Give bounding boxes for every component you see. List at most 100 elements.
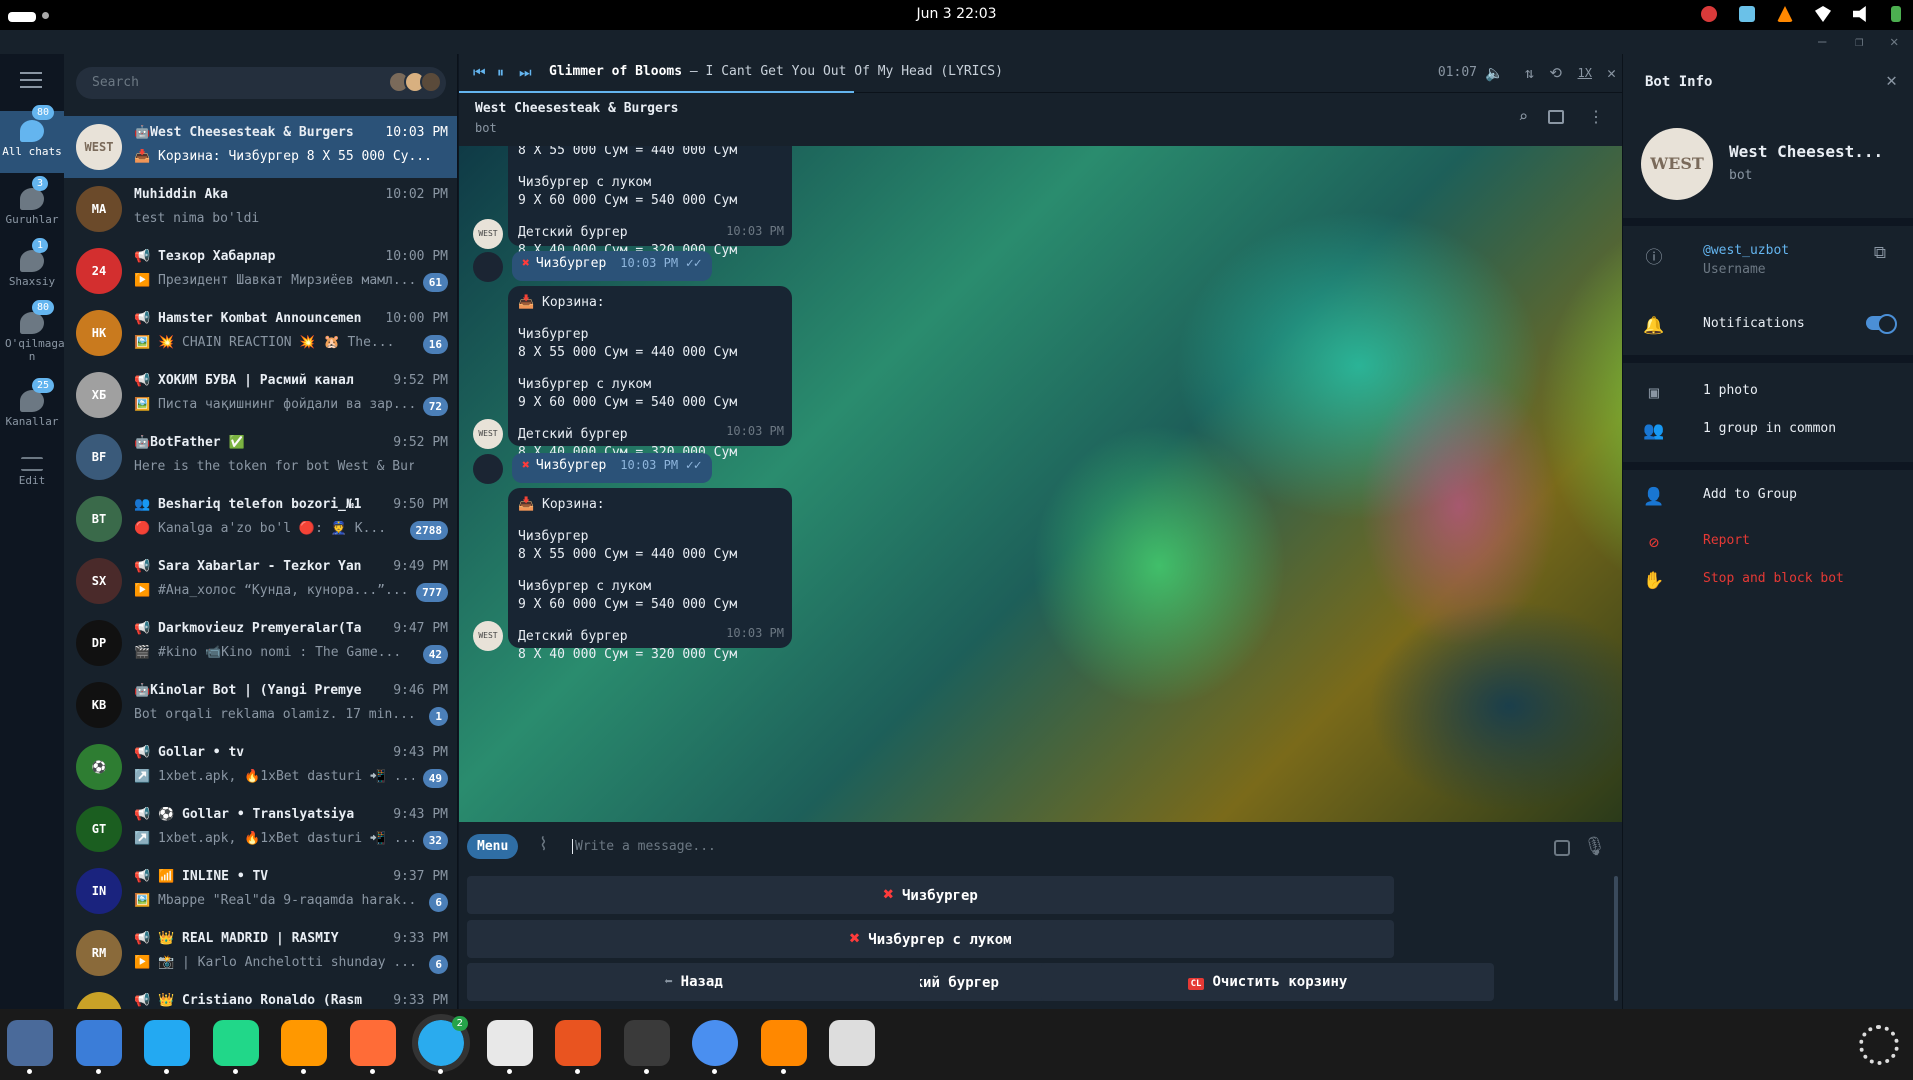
chat-title[interactable]: West Cheesesteak & Burgers — [475, 101, 679, 116]
keyboard-button-back[interactable]: ⬅ Назад — [467, 963, 920, 1001]
maximize-icon[interactable]: ❐ — [1855, 34, 1863, 50]
bot-avatar[interactable]: WEST — [473, 621, 503, 651]
chat-list-item[interactable]: ХБ 📢 ХОКИМ БУВА | Расмий канал 9:52 PM 🖼️ П… — [64, 364, 457, 426]
keyboard-button-cheeseburger-onion[interactable]: ✖ Чизбургер с луком — [467, 920, 1394, 958]
playback-speed[interactable]: 1X — [1578, 66, 1592, 80]
close-player-icon[interactable]: ✕ — [1607, 64, 1616, 82]
search-icon[interactable]: ⌕ — [1518, 107, 1528, 126]
keyboard-button-cheeseburger[interactable]: ✖ Чизбургер — [467, 876, 1394, 914]
username-row[interactable]: ⓘ @west_uzbot Username ⧉ — [1623, 243, 1913, 283]
message-item-name: Чизбургер — [518, 529, 589, 544]
keyboard-button-clear-cart[interactable]: CL Очистить корзину — [1041, 963, 1494, 1001]
groups-in-common-row[interactable]: 👥 1 group in common — [1623, 421, 1913, 445]
chat-list-item[interactable]: RM 📢 👑 REAL MADRID | RASMIY 9:33 PM ▶️ 📸 | … — [64, 922, 457, 984]
tray-app-icon[interactable] — [1701, 6, 1717, 22]
chromium-icon[interactable] — [692, 1020, 738, 1074]
folder-edit[interactable]: Edit — [0, 446, 64, 501]
terminal-icon[interactable] — [623, 1020, 670, 1074]
copy-icon[interactable]: ⧉ — [1869, 243, 1891, 263]
vscode-icon[interactable] — [144, 1020, 190, 1074]
vlc-tray-icon[interactable] — [1777, 6, 1793, 22]
repeat-icon[interactable]: ⟲ — [1549, 64, 1562, 82]
text-editor-icon[interactable] — [75, 1020, 122, 1074]
notifications-toggle[interactable] — [1866, 314, 1897, 334]
username-value[interactable]: @west_uzbot — [1703, 243, 1789, 258]
wifi-icon[interactable] — [1815, 6, 1831, 22]
chat-list-item[interactable]: SX 📢 Sara Xabarlar - Tezkor Yang... 9:49 P… — [64, 550, 457, 612]
chat-header[interactable]: West Cheesesteak & Burgers bot ⌕ ⋮ — [459, 93, 1622, 146]
bot-menu-button[interactable]: Menu — [467, 834, 519, 859]
volume-icon[interactable] — [1853, 6, 1866, 22]
chat-list-item[interactable]: BF 🤖BotFather ✅ 9:52 PM Here is the token f… — [64, 426, 457, 488]
keyboard-scrollbar[interactable] — [1614, 876, 1618, 1001]
files-icon[interactable] — [7, 1020, 53, 1074]
bot-status: bot — [1729, 168, 1753, 183]
slack-tray-icon[interactable] — [1739, 6, 1755, 22]
add-to-group-row[interactable]: 👤 Add to Group — [1623, 487, 1913, 511]
user-avatar[interactable] — [473, 454, 503, 484]
pycharm-icon[interactable] — [212, 1020, 259, 1074]
bot-message-partial[interactable]: 8 X 55 000 Сум = 440 000 Сум Чизбургер с… — [508, 146, 792, 258]
search-input[interactable]: Search — [76, 67, 446, 99]
close-panel-icon[interactable]: ✕ — [1886, 70, 1897, 91]
vlc-icon[interactable] — [760, 1020, 807, 1074]
folder-guruhlar[interactable]: 3 Guruhlar — [0, 176, 64, 237]
sidebar-toggle-icon[interactable] — [1548, 110, 1564, 124]
bot-avatar[interactable]: WEST — [473, 419, 503, 449]
chat-list-item[interactable]: MA Muhiddin Aka 10:02 PM test nima bo'ldi — [64, 178, 457, 240]
previous-track-icon[interactable]: ⏮ — [473, 65, 486, 81]
battery-icon[interactable] — [1891, 6, 1901, 22]
close-window-icon[interactable]: ✕ — [1890, 34, 1898, 50]
chat-preview: 🖼️ Mbappe "Real"da 9-raqamda harak... — [134, 893, 414, 908]
slack-icon[interactable] — [486, 1020, 533, 1074]
chat-list-item[interactable]: WEST 🤖West Cheesesteak & Burgers 10:03 PM 📥… — [64, 116, 457, 178]
sublime-icon[interactable] — [281, 1020, 327, 1074]
chat-list-item[interactable]: CR 📢 👑 Cristiano Ronaldo (Rasmiy) 9:33 PM — [64, 984, 457, 1009]
outgoing-message[interactable]: ✖ Чизбургер 10:03 PM ✓✓ — [512, 453, 712, 483]
running-indicator — [95, 1069, 101, 1074]
stop-bot-row[interactable]: ✋ Stop and block bot — [1623, 571, 1913, 595]
app-center-icon[interactable] — [555, 1020, 601, 1074]
unread-badge: 42 — [422, 645, 448, 664]
report-row[interactable]: ⊘ Report — [1623, 533, 1913, 557]
chat-list-item[interactable]: KB 🤖Kinolar Bot | (Yangi Premye... 9:46 PM… — [64, 674, 457, 736]
folder-unread[interactable]: 80 O'qilmaga n — [0, 300, 65, 376]
order-icon[interactable]: ⇅ — [1525, 64, 1534, 82]
system-clock[interactable]: Jun 3 22:03 — [0, 6, 1913, 22]
chat-list-item[interactable]: HK 📢 Hamster Kombat Announcement ✅ 10:00 P… — [64, 302, 457, 364]
attach-icon[interactable]: ⌇ — [539, 834, 548, 855]
hamburger-menu-icon[interactable] — [20, 72, 42, 93]
chat-list-item[interactable]: IN 📢 📶 INLINE • TV 9:37 PM 🖼️ Mbappe "Real"… — [64, 860, 457, 922]
next-track-icon[interactable]: ⏭ — [519, 65, 532, 81]
show-apps-icon[interactable] — [1859, 1025, 1899, 1065]
now-playing[interactable]: Glimmer of Blooms – I Cant Get You Out O… — [549, 64, 1003, 79]
minimize-icon[interactable]: – — [1818, 34, 1826, 50]
chat-list-item[interactable]: BT 👥 Beshariq telefon bozori_№1 9:50 PM 🔴 K… — [64, 488, 457, 550]
chat-list-item[interactable]: DP 📢 Darkmovieuz Premyeralar(Tar... 9:47 P… — [64, 612, 457, 674]
folder-kanallar[interactable]: 25 Kanallar — [0, 378, 64, 439]
bot-avatar-large[interactable]: WEST — [1641, 128, 1713, 200]
microphone-icon[interactable]: 🎙 — [1583, 836, 1606, 857]
more-menu-icon[interactable]: ⋮ — [1588, 107, 1604, 126]
telegram-icon[interactable]: 2 — [412, 1014, 470, 1074]
pause-icon[interactable]: ⏸ — [497, 65, 504, 81]
folder-all-chats[interactable]: 80 All chats — [0, 105, 64, 173]
chat-list-item[interactable]: 24 📢 Тезкор Хабарлар 10:00 PM ▶️ Президент … — [64, 240, 457, 302]
outgoing-message[interactable]: ✖ Чизбургер 10:03 PM ✓✓ — [512, 251, 712, 281]
bot-message[interactable]: 📥 Корзина: Чизбургер 8 X 55 000 Сум = 440… — [508, 286, 792, 460]
trash-icon[interactable] — [829, 1020, 875, 1066]
volume-icon[interactable]: 🔈 — [1485, 64, 1504, 82]
folder-shaxsiy[interactable]: 1 Shaxsiy — [0, 238, 64, 299]
photos-row[interactable]: ▣ 1 photo — [1623, 383, 1913, 407]
bot-message[interactable]: 📥 Корзина: Чизбургер 8 X 55 000 Сум = 440… — [508, 488, 792, 662]
chat-preview: ▶️ Президент Шавкат Мирзиёев мамл... — [134, 273, 414, 288]
stories-avatars[interactable] — [388, 71, 442, 93]
chat-list-item[interactable]: ⚽ 📢 Gollar • tv 9:43 PM ↗️ 1xbet.apk, 🔥1xBe… — [64, 736, 457, 798]
bot-avatar[interactable]: WEST — [473, 219, 503, 249]
notifications-row[interactable]: 🔔 Notifications — [1623, 314, 1913, 340]
postman-icon[interactable] — [349, 1020, 396, 1074]
message-input[interactable]: Write a message... — [572, 839, 716, 854]
chat-list-item[interactable]: GT 📢 ⚽ Gollar • Translyatsiya 9:43 PM ↗️ 1x… — [64, 798, 457, 860]
keyboard-toggle-icon[interactable] — [1554, 840, 1570, 856]
user-avatar[interactable] — [473, 252, 503, 282]
